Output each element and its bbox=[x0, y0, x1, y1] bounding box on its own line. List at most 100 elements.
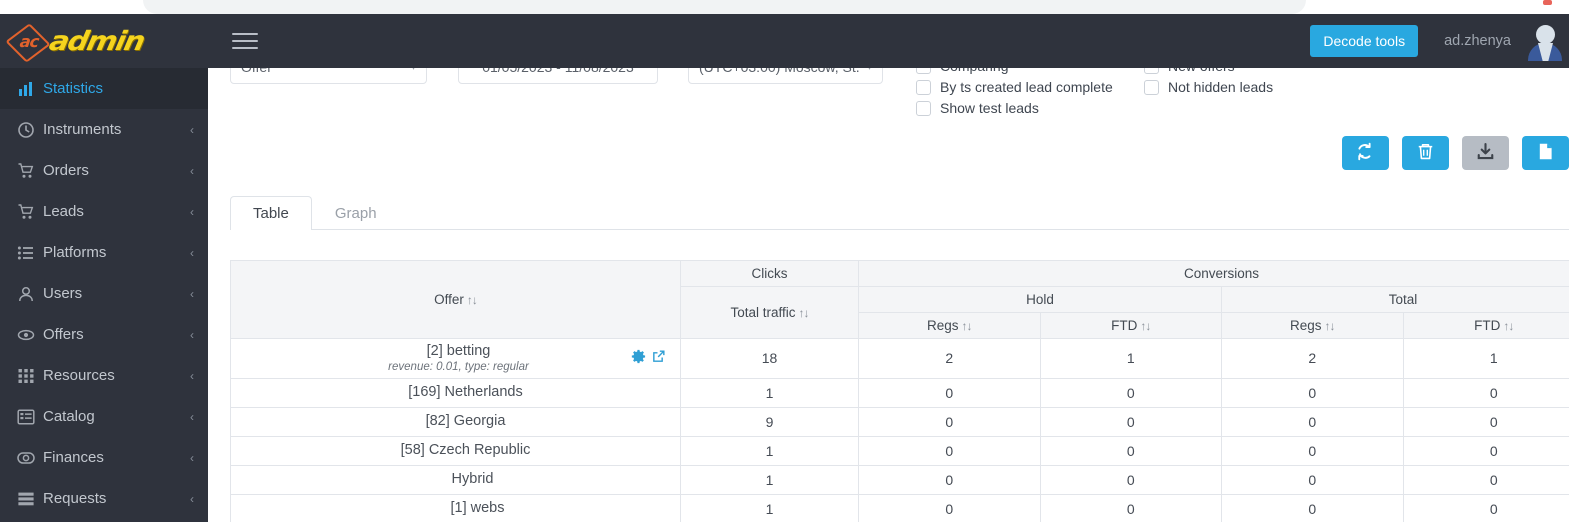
offer-filter-select[interactable]: Offer ▾ bbox=[230, 68, 427, 84]
checkbox-icon[interactable] bbox=[1144, 68, 1159, 74]
table-row[interactable]: [2] betting revenue: 0.01, type: regular 1… bbox=[230, 338, 1569, 379]
table-row[interactable]: [58] Czech Republic 1 0 0 0 0 bbox=[230, 435, 1569, 466]
table-cell: 0 bbox=[1221, 435, 1404, 466]
checkbox-row[interactable]: By ts created lead complete bbox=[916, 77, 1113, 97]
table-cell: 0 bbox=[1221, 406, 1404, 437]
sidebar-item-offers[interactable]: Offers ‹ bbox=[0, 314, 208, 355]
chevron-left-icon[interactable]: ‹ bbox=[190, 329, 194, 341]
sidebar-item-requests[interactable]: Requests ‹ bbox=[0, 478, 208, 519]
checkbox-label: By ts created lead complete bbox=[940, 79, 1113, 95]
sidebar-item-label: Instruments bbox=[43, 121, 122, 138]
table-cell: 0 bbox=[858, 377, 1041, 408]
delete-button[interactable] bbox=[1402, 136, 1449, 170]
checkbox-row[interactable]: Comparing bbox=[916, 68, 1113, 76]
table-cell: 2 bbox=[1221, 338, 1404, 379]
offer-name: [169] Netherlands bbox=[408, 384, 523, 401]
chevron-left-icon[interactable]: ‹ bbox=[190, 411, 194, 423]
chevron-left-icon[interactable]: ‹ bbox=[190, 165, 194, 177]
sidebar-item-label: Orders bbox=[43, 162, 89, 179]
sidebar-item-orders[interactable]: Orders ‹ bbox=[0, 150, 208, 191]
hamburger-bar bbox=[232, 40, 258, 42]
checkbox-icon[interactable] bbox=[916, 68, 931, 74]
checkbox-icon[interactable] bbox=[916, 79, 931, 95]
brand-logo[interactable]: ac admin bbox=[0, 14, 208, 68]
tab-graph[interactable]: Graph bbox=[312, 196, 400, 230]
offer-cell[interactable]: Hybrid bbox=[230, 464, 681, 495]
sidebar-item-platforms[interactable]: Platforms ‹ bbox=[0, 232, 208, 273]
checkbox-column-left: Comparing By ts created lead complete Show… bbox=[916, 68, 1113, 119]
header-hold-ftd-label: FTD bbox=[1111, 318, 1138, 333]
avatar[interactable] bbox=[1525, 21, 1565, 61]
timezone-select[interactable]: (UTC+03:00) Moscow, St. ... ▾ bbox=[688, 68, 883, 84]
username-label[interactable]: ad.zhenya bbox=[1444, 33, 1511, 49]
checkbox-row[interactable]: Not hidden leads bbox=[1144, 77, 1273, 97]
refresh-button[interactable] bbox=[1342, 136, 1389, 170]
header-total-regs[interactable]: Regs ↑↓ bbox=[1221, 312, 1404, 339]
cart-icon bbox=[17, 162, 43, 180]
external-link-icon[interactable] bbox=[651, 349, 666, 367]
sort-icon[interactable]: ↑↓ bbox=[962, 319, 973, 333]
table-row[interactable]: [82] Georgia 9 0 0 0 0 bbox=[230, 406, 1569, 437]
chevron-left-icon[interactable]: ‹ bbox=[190, 206, 194, 218]
offer-name: [58] Czech Republic bbox=[400, 442, 531, 459]
checkbox-row[interactable]: Show test leads bbox=[916, 98, 1113, 118]
checkbox-label: New offers bbox=[1168, 68, 1235, 74]
browser-address-bar[interactable] bbox=[143, 0, 1306, 14]
sort-icon[interactable]: ↑↓ bbox=[1503, 319, 1514, 333]
action-button-bar bbox=[1342, 136, 1569, 170]
table-row[interactable]: Hybrid 1 0 0 0 0 bbox=[230, 464, 1569, 495]
sort-icon[interactable]: ↑↓ bbox=[799, 306, 810, 320]
checkbox-row[interactable]: New offers bbox=[1144, 68, 1273, 76]
offer-cell[interactable]: [58] Czech Republic bbox=[230, 435, 681, 466]
offer-meta: revenue: 0.01, type: regular bbox=[388, 361, 529, 374]
sidebar-item-users[interactable]: Users ‹ bbox=[0, 273, 208, 314]
chevron-left-icon[interactable]: ‹ bbox=[190, 452, 194, 464]
browser-indicator-dot bbox=[1543, 0, 1552, 5]
header-hold-ftd[interactable]: FTD ↑↓ bbox=[1039, 312, 1222, 339]
menu-toggle-icon[interactable] bbox=[232, 26, 266, 56]
hamburger-bar bbox=[232, 33, 258, 35]
header-offer[interactable]: Offer ↑↓ bbox=[230, 260, 681, 339]
chevron-left-icon[interactable]: ‹ bbox=[190, 288, 194, 300]
offer-cell[interactable]: [82] Georgia bbox=[230, 406, 681, 437]
offer-cell[interactable]: [2] betting revenue: 0.01, type: regular bbox=[230, 338, 681, 379]
checkbox-icon[interactable] bbox=[1144, 79, 1159, 95]
sidebar-item-finances[interactable]: Finances ‹ bbox=[0, 437, 208, 478]
table-cell: 0 bbox=[1039, 406, 1222, 437]
chevron-left-icon[interactable]: ‹ bbox=[190, 124, 194, 136]
view-tabs: Table Graph bbox=[230, 192, 1569, 230]
chevron-left-icon[interactable]: ‹ bbox=[190, 370, 194, 382]
date-range-input[interactable]: 01/05/2023 - 11/08/2023 bbox=[458, 68, 658, 84]
checkbox-icon[interactable] bbox=[916, 100, 931, 116]
tab-table[interactable]: Table bbox=[230, 196, 312, 230]
sidebar-item-resources[interactable]: Resources ‹ bbox=[0, 355, 208, 396]
offer-cell[interactable]: [1] webs bbox=[230, 493, 681, 522]
browser-chrome bbox=[0, 0, 1569, 14]
sort-icon[interactable]: ↑↓ bbox=[467, 293, 478, 307]
table-row[interactable]: [1] webs 1 0 0 0 0 bbox=[230, 493, 1569, 522]
sidebar-item-label: Platforms bbox=[43, 244, 107, 261]
sort-icon[interactable]: ↑↓ bbox=[1140, 319, 1151, 333]
header-total: Total bbox=[1221, 286, 1569, 313]
chevron-left-icon[interactable]: ‹ bbox=[190, 493, 194, 505]
logo-mark-text: ac bbox=[18, 31, 40, 51]
table-cell: 1 bbox=[680, 493, 859, 522]
chevron-down-icon: ▾ bbox=[411, 68, 416, 73]
export-button[interactable] bbox=[1522, 136, 1569, 170]
sidebar-item-catalog[interactable]: Catalog ‹ bbox=[0, 396, 208, 437]
header-hold-regs[interactable]: Regs ↑↓ bbox=[858, 312, 1041, 339]
sort-icon[interactable]: ↑↓ bbox=[1325, 319, 1336, 333]
sidebar-item-instruments[interactable]: Instruments ‹ bbox=[0, 109, 208, 150]
gear-icon[interactable] bbox=[631, 349, 646, 367]
offer-cell[interactable]: [169] Netherlands bbox=[230, 377, 681, 408]
table-row[interactable]: [169] Netherlands 1 0 0 0 0 bbox=[230, 377, 1569, 408]
sidebar-item-leads[interactable]: Leads ‹ bbox=[0, 191, 208, 232]
chevron-left-icon[interactable]: ‹ bbox=[190, 247, 194, 259]
sidebar-item-statistics[interactable]: Statistics bbox=[0, 68, 208, 109]
checkbox-label: Not hidden leads bbox=[1168, 79, 1274, 95]
header-total-ftd[interactable]: FTD ↑↓ bbox=[1402, 312, 1569, 339]
table-cell: 0 bbox=[1402, 435, 1569, 466]
decode-tools-button[interactable]: Decode tools bbox=[1310, 25, 1419, 57]
header-total-traffic[interactable]: Total traffic ↑↓ bbox=[680, 286, 859, 339]
download-button[interactable] bbox=[1462, 136, 1509, 170]
